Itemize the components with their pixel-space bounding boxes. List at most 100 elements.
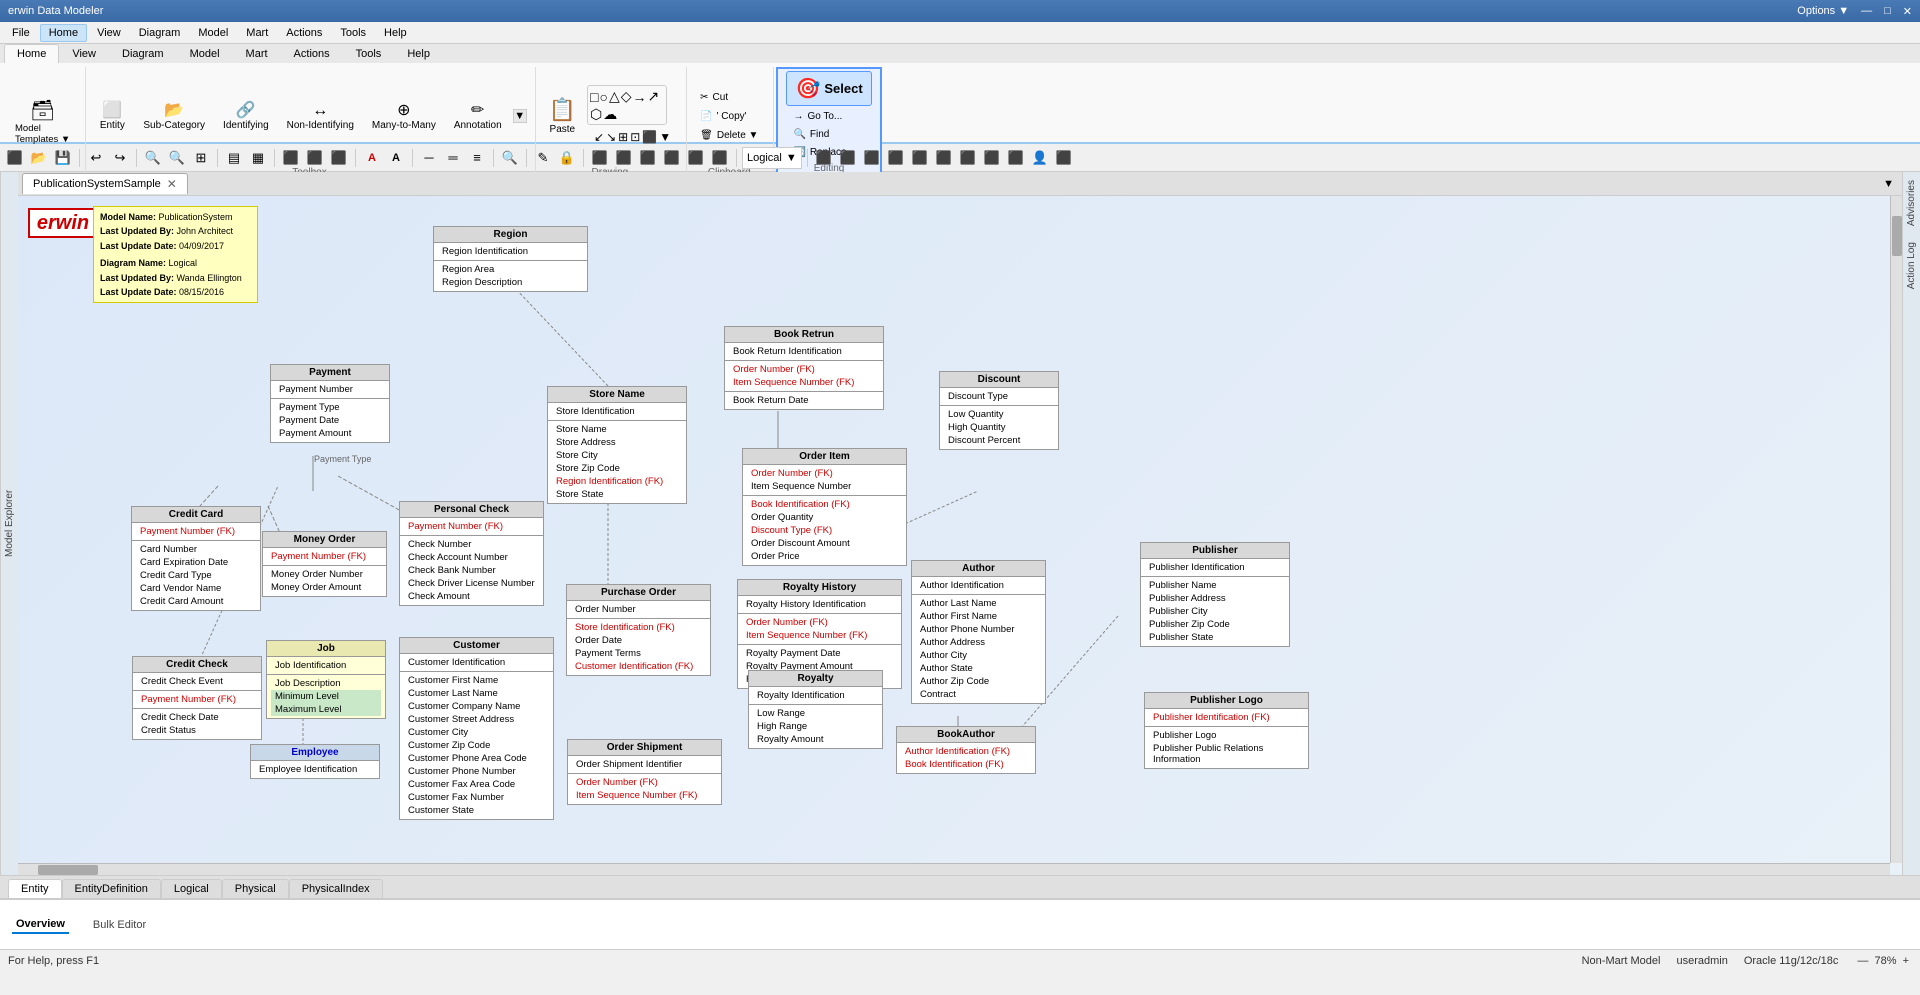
menu-help[interactable]: Help: [376, 25, 415, 41]
tb-link9[interactable]: ⬛: [1005, 147, 1027, 169]
cut-button[interactable]: ✂ Cut: [693, 89, 765, 106]
tb-lock[interactable]: 🔒: [556, 147, 578, 169]
bottom-tab-entity-def[interactable]: EntityDefinition: [62, 879, 161, 898]
model-templates-button[interactable]: 🗃 ModelTemplates ▼: [8, 96, 77, 148]
panel-tab-overview[interactable]: Overview: [12, 916, 69, 934]
ribbon-tab-help[interactable]: Help: [394, 44, 443, 63]
entity-store[interactable]: Store Name Store Identification Store Na…: [547, 386, 687, 504]
zoom-minus[interactable]: —: [1854, 955, 1871, 967]
entity-personal-check[interactable]: Personal Check Payment Number (FK) Check…: [399, 501, 544, 606]
entity-book-return[interactable]: Book Retrun Book Return Identification O…: [724, 326, 884, 410]
entity-order-shipment[interactable]: Order Shipment Order Shipment Identifier…: [567, 739, 722, 805]
canvas-tab-close[interactable]: ✕: [167, 177, 177, 191]
entity-region[interactable]: Region Region Identification Region Area…: [433, 226, 588, 292]
display-dropdown[interactable]: Logical ▼: [742, 147, 802, 169]
tb-open[interactable]: 📂: [28, 147, 50, 169]
tb-link4[interactable]: ⬛: [885, 147, 907, 169]
horizontal-scrollbar[interactable]: [18, 863, 1890, 875]
paste-button[interactable]: 📋 Paste: [542, 94, 583, 137]
menu-model[interactable]: Model: [190, 25, 236, 41]
bottom-tab-logical[interactable]: Logical: [161, 879, 222, 898]
entity-money-order[interactable]: Money Order Payment Number (FK) Money Or…: [262, 531, 387, 597]
tb-line-style[interactable]: ≡: [466, 147, 488, 169]
menu-view[interactable]: View: [89, 25, 129, 41]
menu-tools[interactable]: Tools: [332, 25, 374, 41]
tb-font-color[interactable]: A: [361, 147, 383, 169]
canvas-tab-publication[interactable]: PublicationSystemSample ✕: [22, 173, 188, 194]
tb-zoom-fit[interactable]: ⊞: [190, 147, 212, 169]
minimize-button[interactable]: —: [1861, 5, 1872, 17]
menu-actions[interactable]: Actions: [278, 25, 330, 41]
tb-layers[interactable]: ⬛: [589, 147, 611, 169]
tb-filter[interactable]: ⬛: [613, 147, 635, 169]
panel-tab-bulk-editor[interactable]: Bulk Editor: [89, 917, 150, 933]
entity-credit-check[interactable]: Credit Check Credit Check Event Payment …: [132, 656, 262, 740]
delete-button[interactable]: 🗑 Delete ▼: [693, 127, 765, 144]
ribbon-tab-home[interactable]: Home: [4, 44, 59, 63]
tb-rulers[interactable]: ▦: [247, 147, 269, 169]
tb-link8[interactable]: ⬛: [981, 147, 1003, 169]
entity-book-author[interactable]: BookAuthor Author Identification (FK) Bo…: [896, 726, 1036, 774]
entity-job[interactable]: Job Job Identification Job Description M…: [266, 640, 386, 719]
tb-search[interactable]: 🔍: [499, 147, 521, 169]
tb-link2[interactable]: ⬛: [837, 147, 859, 169]
tb-redo[interactable]: ↪: [109, 147, 131, 169]
tb-save[interactable]: 💾: [52, 147, 74, 169]
canvas-expand[interactable]: ▼: [1879, 176, 1898, 192]
ribbon-tab-actions[interactable]: Actions: [281, 44, 343, 63]
options-button[interactable]: Options ▼: [1797, 5, 1849, 17]
close-button[interactable]: ✕: [1903, 5, 1912, 18]
many-to-many-button[interactable]: ⊕ Many-to-Many: [365, 98, 443, 134]
tb-link5[interactable]: ⬛: [909, 147, 931, 169]
entity-publisher-logo[interactable]: Publisher Logo Publisher Identification …: [1144, 692, 1309, 769]
tb-new[interactable]: ⬛: [4, 147, 26, 169]
maximize-button[interactable]: □: [1884, 5, 1891, 17]
tb-link3[interactable]: ⬛: [861, 147, 883, 169]
ribbon-tab-model[interactable]: Model: [177, 44, 233, 63]
select-button[interactable]: 🎯 Select: [786, 71, 871, 106]
zoom-plus[interactable]: +: [1900, 955, 1912, 967]
entity-royalty[interactable]: Royalty Royalty Identification Low Range…: [748, 670, 883, 749]
bottom-tab-entity[interactable]: Entity: [8, 879, 62, 898]
menu-diagram[interactable]: Diagram: [131, 25, 189, 41]
entity-button[interactable]: ⬜ Entity: [92, 98, 132, 134]
tb-zoom-in[interactable]: 🔍: [142, 147, 164, 169]
tb-more[interactable]: ⬛: [1053, 147, 1075, 169]
tb-view3[interactable]: ⬛: [685, 147, 707, 169]
scrollbar-thumb-h[interactable]: [38, 865, 98, 875]
entity-discount[interactable]: Discount Discount Type Low Quantity High…: [939, 371, 1059, 450]
entity-customer[interactable]: Customer Customer Identification Custome…: [399, 637, 554, 820]
model-explorer-sidebar[interactable]: Model Explorer: [0, 172, 18, 875]
advisories-label[interactable]: Advisories: [1903, 172, 1920, 234]
copy-button[interactable]: 📄 ' Copy': [693, 108, 765, 125]
menu-file[interactable]: File: [4, 25, 38, 41]
entity-author[interactable]: Author Author Identification Author Last…: [911, 560, 1046, 704]
tb-user[interactable]: 👤: [1029, 147, 1051, 169]
tb-grid[interactable]: ▤: [223, 147, 245, 169]
bottom-tab-physical-index[interactable]: PhysicalIndex: [289, 879, 383, 898]
tb-align-left[interactable]: ⬛: [280, 147, 302, 169]
entity-credit-card[interactable]: Credit Card Payment Number (FK) Card Num…: [131, 506, 261, 611]
entity-employee[interactable]: Employee Employee Identification: [250, 744, 380, 779]
entity-order-item[interactable]: Order Item Order Number (FK) Item Sequen…: [742, 448, 907, 566]
action-log-label[interactable]: Action Log: [1903, 234, 1920, 297]
tb-line-dash[interactable]: ═: [442, 147, 464, 169]
ribbon-tab-view[interactable]: View: [59, 44, 109, 63]
entity-purchase-order[interactable]: Purchase Order Order Number Store Identi…: [566, 584, 711, 676]
tb-link1[interactable]: ⬛: [813, 147, 835, 169]
tb-view2[interactable]: ⬛: [661, 147, 683, 169]
ribbon-tab-mart[interactable]: Mart: [233, 44, 281, 63]
ribbon-tab-tools[interactable]: Tools: [343, 44, 395, 63]
tb-line-solid[interactable]: ─: [418, 147, 440, 169]
canvas[interactable]: erwin Model Name: PublicationSystem Last…: [18, 196, 1902, 875]
tb-view1[interactable]: ⬛: [637, 147, 659, 169]
sub-category-button[interactable]: 📂 Sub-Category: [136, 98, 212, 134]
bottom-tab-physical[interactable]: Physical: [222, 879, 289, 898]
tb-fill-color[interactable]: A: [385, 147, 407, 169]
identifying-button[interactable]: 🔗 Identifying: [216, 98, 276, 134]
find-button[interactable]: 🔍 Find: [786, 126, 853, 143]
tb-align-right[interactable]: ⬛: [328, 147, 350, 169]
ribbon-tab-diagram[interactable]: Diagram: [109, 44, 177, 63]
menu-home[interactable]: Home: [40, 24, 87, 42]
menu-mart[interactable]: Mart: [238, 25, 276, 41]
